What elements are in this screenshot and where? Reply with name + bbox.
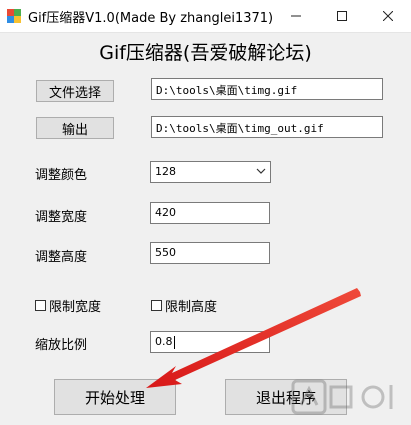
limit-height-checkbox[interactable]: 限制高度 [151, 296, 217, 315]
colors-label: 调整颜色 [35, 168, 88, 183]
limit-width-label: 限制宽度 [49, 300, 102, 315]
chevron-down-icon [256, 166, 266, 179]
app-heading: Gif压缩器(吾爱破解论坛) [99, 42, 312, 64]
window-title: Gif压缩器V1.0(Made By zhanglei1371) [28, 11, 274, 26]
limit-width-checkbox[interactable]: 限制宽度 [35, 296, 101, 315]
width-input[interactable]: 420 [150, 202, 270, 224]
limit-width-box[interactable] [35, 300, 46, 311]
height-input[interactable]: 550 [150, 242, 270, 264]
watermark-logo [291, 377, 401, 421]
colors-select-value: 128 [155, 165, 176, 178]
maximize-button[interactable] [319, 0, 365, 32]
limit-height-box[interactable] [151, 300, 162, 311]
start-processing-button[interactable]: 开始处理 [54, 379, 176, 415]
maximize-icon [337, 11, 347, 21]
close-button[interactable] [365, 0, 411, 32]
input-path-field[interactable]: D:\tools\桌面\timg.gif [151, 78, 383, 100]
minimize-icon [291, 11, 301, 21]
height-label: 调整高度 [35, 250, 88, 265]
colors-select[interactable]: 128 [150, 161, 271, 183]
file-select-button[interactable]: 文件选择 [36, 80, 114, 102]
scale-label: 缩放比例 [35, 338, 88, 353]
minimize-button[interactable] [273, 0, 319, 32]
title-bar[interactable]: Gif压缩器V1.0(Made By zhanglei1371) [0, 0, 411, 33]
text-cursor [173, 335, 175, 349]
width-label: 调整宽度 [35, 210, 88, 225]
output-button[interactable]: 输出 [36, 117, 114, 139]
app-icon [6, 8, 22, 24]
limit-height-label: 限制高度 [165, 300, 218, 315]
scale-input[interactable]: 0.8 [150, 331, 270, 353]
scale-input-value: 0.8 [155, 335, 173, 348]
output-path-field[interactable]: D:\tools\桌面\timg_out.gif [151, 116, 383, 138]
close-icon [383, 11, 393, 21]
